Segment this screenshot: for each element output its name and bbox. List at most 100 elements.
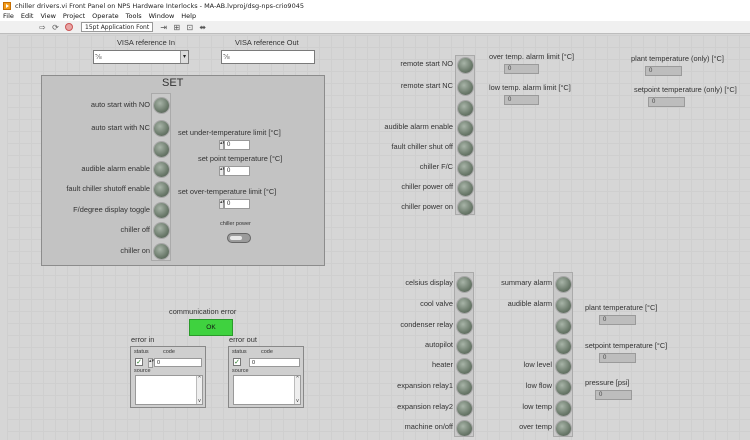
- communication-error-ok-button[interactable]: OK: [189, 319, 233, 336]
- under-temp-limit-value[interactable]: 0: [224, 140, 250, 150]
- error-out-code-value: 0: [249, 358, 300, 367]
- menu-project[interactable]: Project: [63, 12, 85, 20]
- chiller-power-toggle[interactable]: [227, 233, 251, 243]
- align-icon[interactable]: ⇥: [159, 23, 168, 32]
- over-temp-limit-value[interactable]: 0: [224, 199, 250, 209]
- low-temp-alarm-limit-label: low temp. alarm limit [°C]: [489, 83, 571, 92]
- chevron-down-icon[interactable]: ▾: [180, 51, 188, 63]
- menu-edit[interactable]: Edit: [21, 12, 34, 20]
- visa-in-label: VISA reference In: [117, 38, 175, 47]
- error-in-code-value[interactable]: 0: [154, 358, 202, 367]
- audible-alarm-label: audible alarm: [507, 299, 552, 308]
- audible-alarm-enable-status-label: audible alarm enable: [384, 122, 453, 131]
- error-in-source-field[interactable]: ^ v: [135, 375, 203, 405]
- low-temp-alarm-limit-value: 0: [504, 95, 539, 105]
- visa-icon: ⅝: [223, 53, 230, 61]
- front-panel: VISA reference In ⅝ ▾ VISA reference Out…: [7, 35, 750, 440]
- audible-alarm-enable-button[interactable]: [154, 162, 169, 177]
- status-top-led-blank: [458, 101, 473, 116]
- auto-start-nc-label: auto start with NC: [91, 123, 150, 132]
- spin-arrows-icon[interactable]: ▴▾: [148, 358, 154, 368]
- run-continuously-icon[interactable]: ⟳: [51, 23, 60, 32]
- low-level-led: [556, 359, 571, 374]
- run-arrow-icon[interactable]: ⇨: [38, 23, 47, 32]
- expansion-relay1-label: expansion relay1: [397, 381, 453, 390]
- summary-alarm-led: [556, 277, 571, 292]
- toggle-knob: [230, 236, 242, 240]
- fault-chiller-shutoff-label: fault chiller shutoff enable: [66, 184, 150, 193]
- communication-error-label: communication error: [169, 307, 237, 316]
- error-in-label: error in: [131, 335, 155, 344]
- plant-temp-only-value: 0: [645, 66, 682, 76]
- over-temp-limit-label: set over-temperature limit [°C]: [178, 187, 277, 196]
- chiller-fc-label: chiller F/C: [419, 162, 453, 171]
- low-flow-led: [556, 380, 571, 395]
- plant-temp-only-label: plant temperature (only) [°C]: [631, 54, 724, 63]
- low-temp-led: [556, 401, 571, 416]
- expansion-relay1-led: [457, 380, 472, 395]
- menu-tools[interactable]: Tools: [126, 12, 142, 20]
- remote-start-nc-led: [458, 80, 473, 95]
- menu-file[interactable]: File: [3, 12, 14, 20]
- heater-label: heater: [432, 360, 453, 369]
- chiller-on-label: chiller on: [120, 246, 150, 255]
- over-temp-alarm-limit-label: over temp. alarm limit [°C]: [489, 52, 575, 61]
- audible-alarm-led: [556, 298, 571, 313]
- heater-led: [457, 359, 472, 374]
- auto-start-no-button[interactable]: [154, 98, 169, 113]
- over-temp-label: over temp: [519, 422, 552, 431]
- error-in-cluster: status code ✓ ▴▾ 0 source ^ v: [130, 346, 206, 408]
- low-flow-label: low flow: [525, 381, 552, 390]
- chiller-on-button[interactable]: [154, 244, 169, 259]
- remote-start-no-label: remote start NO: [400, 59, 453, 68]
- setpoint-temp-only-label: setpoint temperature (only) [°C]: [634, 85, 737, 94]
- f-degree-toggle-button[interactable]: [154, 203, 169, 218]
- set-led-blank[interactable]: [154, 142, 169, 157]
- error-in-status-label: status: [134, 349, 149, 355]
- low-level-label: low level: [523, 360, 552, 369]
- font-select[interactable]: 15pt Application Font: [81, 22, 154, 32]
- low-temp-label: low temp: [522, 402, 552, 411]
- setpoint-temp-control[interactable]: ▴▾ 0: [219, 166, 250, 176]
- error-out-status-checkbox: ✓: [233, 358, 241, 366]
- visa-in-control[interactable]: ⅝ ▾: [93, 50, 189, 64]
- resize-icon[interactable]: ⊡: [185, 23, 194, 32]
- cool-valve-led: [457, 298, 472, 313]
- remote-start-no-led: [458, 58, 473, 73]
- scrollbar[interactable]: ^ v: [294, 376, 300, 404]
- under-temp-limit-label: set under-temperature limit [°C]: [178, 128, 281, 137]
- chiller-power-on-label: chiller power on: [401, 202, 453, 211]
- setpoint-temp-label: set point temperature [°C]: [198, 154, 283, 163]
- remote-start-nc-label: remote start NC: [400, 81, 453, 90]
- fault-chiller-shut-off-label: fault chiller shut off: [391, 142, 454, 151]
- distribute-icon[interactable]: ⊞: [172, 23, 181, 32]
- visa-out-label: VISA reference Out: [235, 38, 299, 47]
- window-titlebar: chiller drivers.vi Front Panel on NPS Ha…: [0, 0, 750, 11]
- setpoint-temp-value[interactable]: 0: [224, 166, 250, 176]
- scrollbar[interactable]: ^ v: [196, 376, 202, 404]
- auto-start-nc-button[interactable]: [154, 121, 169, 136]
- error-out-source-field: ^ v: [233, 375, 301, 405]
- visa-icon: ⅝: [95, 53, 102, 61]
- menu-operate[interactable]: Operate: [92, 12, 118, 20]
- menu-help[interactable]: Help: [181, 12, 196, 20]
- chiller-fc-led: [458, 161, 473, 176]
- plant-temp-label: plant temperature [°C]: [585, 303, 658, 312]
- menu-view[interactable]: View: [40, 12, 55, 20]
- error-out-source-label: source: [232, 368, 249, 374]
- menu-window[interactable]: Window: [149, 12, 175, 20]
- toolbar: ⇨ ⟳ 15pt Application Font ⇥ ⊞ ⊡ ⬌: [0, 21, 750, 34]
- abort-icon[interactable]: [64, 23, 73, 32]
- reorder-icon[interactable]: ⬌: [198, 23, 207, 32]
- over-temp-limit-control[interactable]: ▴▾ 0: [219, 199, 250, 209]
- error-out-label: error out: [229, 335, 257, 344]
- error-in-status-checkbox[interactable]: ✓: [135, 358, 143, 366]
- error-out-cluster: status code ✓ 0 source ^ v: [228, 346, 304, 408]
- chiller-off-label: chiller off: [120, 225, 150, 234]
- fault-chiller-shutoff-button[interactable]: [154, 182, 169, 197]
- over-temp-alarm-limit-value: 0: [504, 64, 539, 74]
- expansion-relay2-led: [457, 401, 472, 416]
- chiller-off-button[interactable]: [154, 223, 169, 238]
- under-temp-limit-control[interactable]: ▴▾ 0: [219, 140, 250, 150]
- setpoint-temp-bottom-label: setpoint temperature [°C]: [585, 341, 668, 350]
